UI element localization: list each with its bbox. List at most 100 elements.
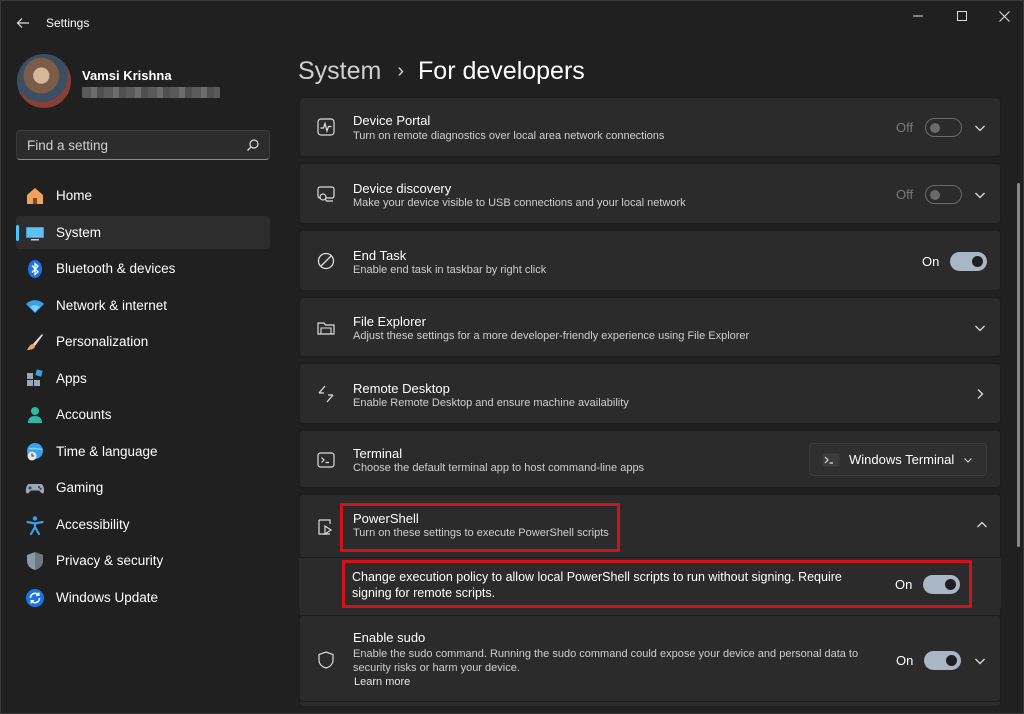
- sidebar-item-privacy-security[interactable]: Privacy & security: [16, 544, 270, 577]
- setting-terminal[interactable]: Terminal Choose the default terminal app…: [299, 430, 1001, 488]
- device-portal-toggle[interactable]: [925, 118, 962, 137]
- arrow-left-icon: [16, 18, 29, 28]
- chevron-down-icon[interactable]: [972, 653, 988, 669]
- breadcrumb-separator: ›: [397, 59, 405, 82]
- sidebar-item-label: Time & language: [56, 443, 158, 459]
- close-icon: [998, 10, 1010, 22]
- avatar: [17, 54, 71, 108]
- chevron-down-icon[interactable]: [972, 320, 988, 336]
- pulse-monitor-icon: [317, 118, 335, 136]
- setting-title: Enable sudo: [353, 630, 426, 645]
- wifi-icon: [26, 299, 44, 313]
- sidebar-item-apps[interactable]: Apps: [16, 362, 270, 395]
- chevron-down-icon[interactable]: [972, 120, 988, 136]
- sidebar-item-time-language[interactable]: Time & language: [16, 435, 270, 468]
- sidebar-item-windows-update[interactable]: Windows Update: [16, 581, 270, 614]
- setting-remote-desktop[interactable]: Remote Desktop Enable Remote Desktop and…: [299, 363, 1001, 424]
- sidebar-nav: Home System Bluetooth & devices Network …: [16, 179, 270, 617]
- search-box[interactable]: [16, 130, 270, 160]
- sidebar-item-gaming[interactable]: Gaming: [16, 471, 270, 504]
- sidebar-item-label: System: [56, 224, 102, 240]
- sidebar-item-system[interactable]: System: [16, 215, 270, 249]
- powershell-execution-policy-row[interactable]: Change execution policy to allow local P…: [299, 557, 1001, 610]
- setting-description: Turn on these settings to execute PowerS…: [353, 527, 609, 539]
- setting-description: Enable end task in taskbar by right clic…: [353, 264, 547, 276]
- close-button[interactable]: [983, 1, 1024, 31]
- setting-file-explorer[interactable]: File Explorer Adjust these settings for …: [299, 297, 1001, 357]
- app-title: Settings: [46, 16, 90, 30]
- sidebar-item-label: Network & internet: [56, 297, 168, 313]
- breadcrumb: System › For developers: [298, 54, 585, 88]
- end-task-toggle[interactable]: [950, 252, 987, 271]
- redacted-email: [82, 87, 220, 98]
- terminal-icon: [317, 452, 335, 468]
- sidebar-item-accessibility[interactable]: Accessibility: [16, 508, 270, 541]
- minimize-button[interactable]: [897, 1, 939, 31]
- chevron-right-icon[interactable]: [972, 386, 988, 402]
- breadcrumb-parent[interactable]: System: [298, 57, 381, 86]
- learn-more-link[interactable]: Learn more: [354, 676, 410, 688]
- sudo-toggle[interactable]: [924, 651, 961, 670]
- sidebar-item-network[interactable]: Network & internet: [16, 289, 270, 322]
- toggle-state-label: On: [895, 577, 913, 592]
- setting-description: Make your device visible to USB connecti…: [353, 197, 686, 209]
- search-input[interactable]: [17, 131, 237, 159]
- folder-icon: [317, 322, 335, 335]
- setting-device-portal[interactable]: Device Portal Turn on remote diagnostics…: [299, 97, 1001, 157]
- title-bar: Settings: [1, 1, 1024, 45]
- search-icon[interactable]: [246, 138, 260, 152]
- remote-desktop-icon: [318, 385, 334, 403]
- chevron-up-icon[interactable]: [974, 517, 990, 533]
- dropdown-selected-value: Windows Terminal: [849, 452, 955, 467]
- sidebar-item-label: Gaming: [56, 480, 104, 495]
- setting-title: End Task: [353, 248, 407, 263]
- maximize-icon: [957, 11, 967, 21]
- back-button[interactable]: [9, 9, 37, 37]
- scrollbar[interactable]: [1017, 183, 1020, 547]
- shield-outline-icon: [318, 651, 334, 669]
- update-icon: [26, 588, 44, 607]
- setting-title: File Explorer: [353, 314, 426, 329]
- sidebar-item-personalization[interactable]: Personalization: [16, 325, 270, 358]
- home-icon: [27, 188, 43, 204]
- system-icon: [26, 226, 44, 240]
- powershell-header[interactable]: PowerShell Turn on these settings to exe…: [300, 495, 1002, 556]
- setting-title: Terminal: [353, 446, 403, 461]
- sidebar-item-home[interactable]: Home: [16, 179, 270, 212]
- terminal-app-dropdown[interactable]: Windows Terminal: [809, 443, 987, 476]
- device-discovery-toggle[interactable]: [925, 185, 962, 204]
- maximize-button[interactable]: [941, 1, 983, 31]
- sidebar-item-label: Accounts: [56, 407, 112, 422]
- chevron-down-icon[interactable]: [972, 187, 988, 203]
- shield-icon: [27, 552, 43, 570]
- setting-enable-sudo[interactable]: Enable sudo Enable the sudo command. Run…: [299, 615, 1001, 702]
- sidebar-item-label: Home: [56, 188, 93, 203]
- user-profile[interactable]: Vamsi Krishna: [17, 54, 277, 110]
- sidebar-item-label: Personalization: [56, 334, 149, 349]
- page-title: For developers: [418, 56, 585, 85]
- setting-device-discovery[interactable]: Device discovery Make your device visibl…: [299, 163, 1001, 224]
- execution-policy-toggle[interactable]: [923, 575, 960, 594]
- setting-title: Remote Desktop: [353, 381, 450, 396]
- setting-title: PowerShell: [353, 511, 419, 526]
- prohibited-icon: [317, 252, 335, 270]
- setting-description: Adjust these settings for a more develop…: [353, 330, 750, 342]
- toggle-state-label: Off: [896, 187, 914, 202]
- setting-description: Enable Remote Desktop and ensure machine…: [353, 397, 629, 409]
- setting-title: Device discovery: [353, 181, 452, 196]
- bluetooth-icon: [28, 260, 42, 278]
- sidebar-item-label: Apps: [56, 370, 87, 386]
- accessibility-icon: [26, 515, 44, 535]
- setting-end-task[interactable]: End Task Enable end task in taskbar by r…: [299, 230, 1001, 291]
- apps-icon: [27, 368, 43, 386]
- sidebar-item-label: Accessibility: [56, 516, 130, 532]
- toggle-state-label: On: [922, 254, 940, 269]
- sidebar-item-label: Privacy & security: [56, 553, 164, 568]
- user-name: Vamsi Krishna: [82, 68, 172, 83]
- sidebar-item-label: Windows Update: [56, 589, 159, 605]
- controller-icon: [25, 484, 45, 494]
- sidebar-item-accounts[interactable]: Accounts: [16, 398, 270, 431]
- sidebar-item-bluetooth[interactable]: Bluetooth & devices: [16, 252, 270, 285]
- windows-terminal-icon: [822, 453, 840, 467]
- brush-icon: [27, 334, 43, 350]
